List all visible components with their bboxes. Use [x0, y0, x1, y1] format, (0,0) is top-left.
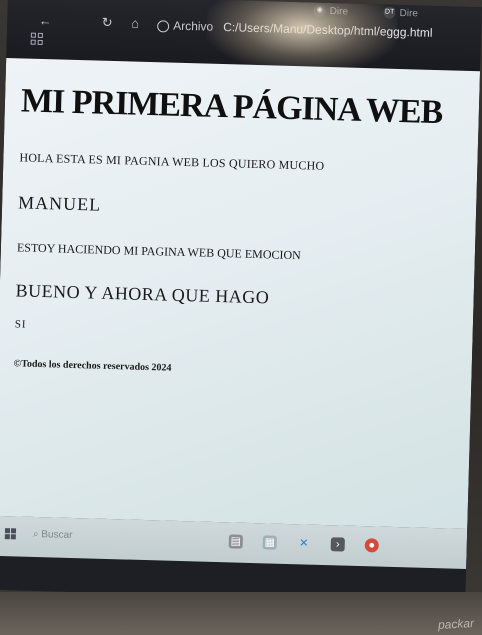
laptop-screen: ◉ Dire DT Dire ← ↻ ⌂ Archivo C:/Users/Manu/…: [0, 0, 482, 604]
footer-copyright: ©Todos los derechos reservados 2024: [13, 358, 172, 374]
tab-label: Dire: [329, 5, 349, 18]
info-icon: [156, 20, 170, 33]
progress-text: ESTOY HACIENDO MI PAGINA WEB QUE EMOCION: [16, 240, 302, 263]
address-scheme-label: Archivo: [172, 18, 214, 34]
apps-grid-icon[interactable]: [30, 32, 45, 47]
windows-start-icon[interactable]: [4, 528, 17, 540]
chrome-icon[interactable]: ●: [364, 538, 379, 553]
greeting-text: HOLA ESTA ES MI PAGNIA WEB LOS QUIERO MU…: [19, 150, 325, 173]
reload-icon[interactable]: ↻: [99, 15, 115, 31]
search-placeholder: Buscar: [41, 529, 73, 542]
keyboard-edge: packar: [0, 592, 482, 635]
file-explorer-icon[interactable]: ▤: [228, 534, 243, 549]
tab-label: Dire: [399, 7, 419, 20]
question-heading: BUENO Y AHORA QUE HAGO: [15, 280, 270, 308]
taskbar-search[interactable]: ⌕ Buscar: [33, 525, 154, 548]
terminal-icon[interactable]: ›: [330, 537, 345, 552]
brand-logo: packar: [437, 616, 475, 632]
answer-text: SI: [14, 318, 27, 331]
dt-icon: DT: [383, 6, 396, 20]
name-heading: MANUEL: [17, 192, 102, 215]
address-url: C:/Users/Manu/Desktop/html/eggg.html: [222, 20, 433, 40]
browser-tab[interactable]: ◉ Dire: [307, 4, 354, 19]
back-icon[interactable]: ←: [37, 13, 53, 29]
browser-tab[interactable]: DT Dire: [377, 6, 424, 21]
page-title: MI PRIMERA PÁGINA WEB: [20, 82, 443, 132]
globe-icon: ◉: [313, 4, 326, 18]
web-page: MI PRIMERA PÁGINA WEB HOLA ESTA ES MI PA…: [0, 57, 481, 530]
vscode-icon[interactable]: ✕: [297, 536, 311, 550]
home-icon[interactable]: ⌂: [127, 15, 143, 31]
store-icon[interactable]: ▦: [262, 535, 277, 550]
